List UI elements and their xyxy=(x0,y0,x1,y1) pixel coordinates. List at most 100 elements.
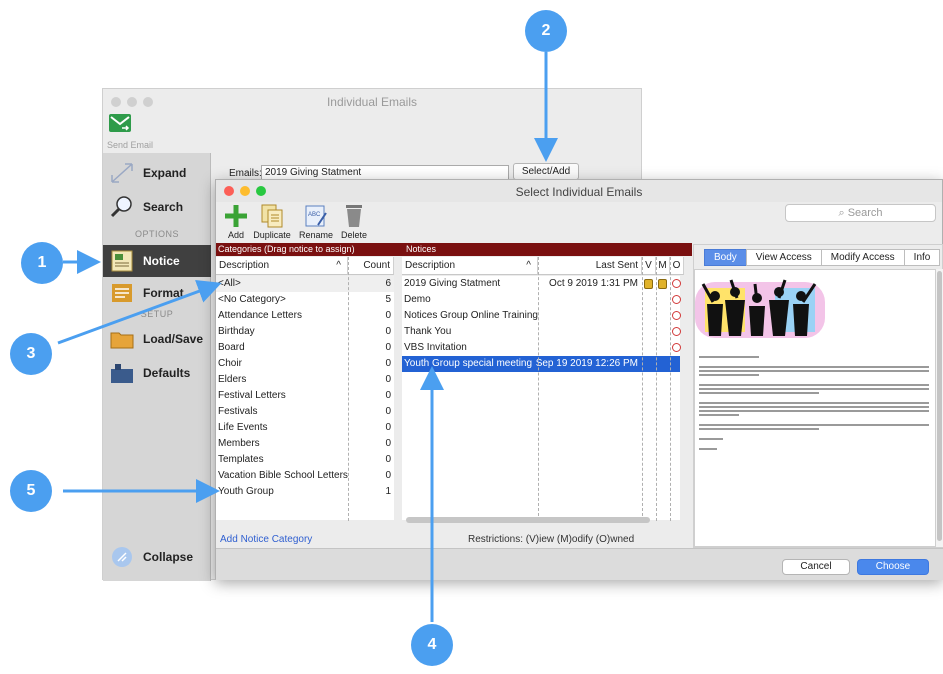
category-row[interactable]: Members 0 xyxy=(216,436,394,452)
category-name: Elders xyxy=(218,374,247,385)
dialog-titlebar: Select Individual Emails xyxy=(216,180,942,202)
category-name: Vacation Bible School Letters xyxy=(218,470,348,481)
search-input[interactable]: ⌕ Search xyxy=(785,204,936,222)
category-count: 0 xyxy=(385,422,391,433)
notice-col-last-sent[interactable]: Last Sent xyxy=(538,257,642,275)
sort-up-icon: ^ xyxy=(526,260,531,271)
notice-col-m[interactable]: M xyxy=(656,257,670,275)
dialog-toolbar: Add Duplicate ABC Rename Delete xyxy=(216,202,376,242)
category-row[interactable]: Templates 0 xyxy=(216,452,394,468)
categories-list: <All> 6 <No Category> 5 Attendance Letters 0 B… xyxy=(216,276,394,520)
sidebar-item-search[interactable]: Search xyxy=(103,191,211,223)
search-icon: ⌕ xyxy=(838,207,845,219)
category-count: 0 xyxy=(385,358,391,369)
notices-header: Notices xyxy=(406,244,437,254)
select-individual-emails-dialog: Select Individual Emails Add Duplicate A… xyxy=(215,179,943,580)
tab-view-access[interactable]: View Access xyxy=(745,249,822,266)
column-divider xyxy=(670,257,671,521)
plus-icon xyxy=(225,205,247,227)
category-row[interactable]: Life Events 0 xyxy=(216,420,394,436)
category-count: 5 xyxy=(385,294,391,305)
notice-row[interactable]: Youth Group special meeting Sep 19 2019 1… xyxy=(402,356,680,372)
search-placeholder: Search xyxy=(847,207,883,219)
setup-section-header: SETUP xyxy=(140,309,174,319)
send-email-label: Send Email xyxy=(107,140,154,150)
cat-col-description[interactable]: Description ^ xyxy=(216,257,348,275)
trash-icon xyxy=(346,205,362,227)
category-count: 0 xyxy=(385,454,391,465)
category-row[interactable]: Board 0 xyxy=(216,340,394,356)
rename-button[interactable]: ABC Rename xyxy=(296,202,336,240)
choose-button[interactable]: Choose xyxy=(857,559,929,575)
detail-tabs: Body View Access Modify Access Info xyxy=(704,249,941,266)
letter-text-preview xyxy=(699,356,929,450)
send-email-button[interactable]: Send Email xyxy=(107,111,157,150)
category-row[interactable]: Youth Group 1 xyxy=(216,484,394,500)
tab-body[interactable]: Body xyxy=(704,249,747,266)
column-divider xyxy=(538,257,539,521)
preview-vertical-scrollbar[interactable] xyxy=(936,269,943,547)
not-allowed-icon xyxy=(672,311,681,320)
category-row[interactable]: Vacation Bible School Letters 0 xyxy=(216,468,394,484)
category-row[interactable]: Elders 0 xyxy=(216,372,394,388)
sidebar-item-defaults[interactable]: Defaults xyxy=(103,357,211,389)
category-name: <All> xyxy=(218,278,241,289)
notice-row[interactable]: 2019 Giving Statment Oct 9 2019 1:31 PM xyxy=(402,276,681,292)
lock-icon xyxy=(658,279,667,289)
column-divider xyxy=(642,257,643,521)
sidebar-item-expand[interactable]: Expand xyxy=(103,157,211,189)
notices-horizontal-scrollbar[interactable] xyxy=(406,517,650,523)
add-notice-category-link[interactable]: Add Notice Category xyxy=(220,534,312,545)
scrollbar-thumb[interactable] xyxy=(937,271,942,541)
rename-icon: ABC xyxy=(305,205,327,227)
callout-badge-2: 2 xyxy=(525,10,567,52)
duplicate-button[interactable]: Duplicate xyxy=(248,202,296,240)
window-titlebar: Individual Emails xyxy=(103,89,641,113)
not-allowed-icon xyxy=(672,279,681,288)
category-row[interactable]: Choir 0 xyxy=(216,356,394,372)
magnifier-icon xyxy=(110,196,132,218)
notice-row[interactable]: VBS Invitation xyxy=(402,340,681,356)
category-row[interactable]: Festivals 0 xyxy=(216,404,394,420)
sidebar-item-notice[interactable]: Notice xyxy=(103,245,211,277)
category-count: 0 xyxy=(385,342,391,353)
notice-col-v[interactable]: V xyxy=(642,257,656,275)
send-email-icon xyxy=(109,114,131,132)
notice-col-description[interactable]: Description ^ xyxy=(402,257,538,275)
category-name: Attendance Letters xyxy=(218,310,302,321)
category-count: 1 xyxy=(385,486,391,497)
delete-button[interactable]: Delete xyxy=(334,202,374,240)
column-divider xyxy=(656,257,657,521)
notice-row[interactable]: Demo xyxy=(402,292,681,308)
category-count: 6 xyxy=(385,278,391,289)
notice-row[interactable]: Thank You xyxy=(402,324,681,340)
notices-list: 2019 Giving Statment Oct 9 2019 1:31 PM De… xyxy=(402,276,681,520)
sidebar-item-label: Expand xyxy=(143,166,187,180)
not-allowed-icon xyxy=(672,295,681,304)
sidebar-item-label: Collapse xyxy=(143,550,194,564)
body-preview[interactable] xyxy=(694,269,936,547)
tab-modify-access[interactable]: Modify Access xyxy=(820,249,905,266)
category-row[interactable]: Birthday 0 xyxy=(216,324,394,340)
category-name: Board xyxy=(218,342,245,353)
category-row[interactable]: <All> 6 xyxy=(216,276,394,292)
select-add-button[interactable]: Select/Add xyxy=(513,163,579,180)
notice-row[interactable]: Notices Group Online Training xyxy=(402,308,681,324)
sidebar-item-load-save[interactable]: Load/Save xyxy=(103,323,211,355)
category-name: Templates xyxy=(218,454,264,465)
cancel-button[interactable]: Cancel xyxy=(782,559,850,575)
sidebar-item-format[interactable]: Format xyxy=(103,277,211,309)
notice-col-o[interactable]: O xyxy=(670,257,684,275)
category-row[interactable]: Festival Letters 0 xyxy=(216,388,394,404)
category-count: 0 xyxy=(385,438,391,449)
category-name: Festivals xyxy=(218,406,258,417)
delete-label: Delete xyxy=(340,230,367,240)
not-allowed-icon xyxy=(672,327,681,336)
tab-info[interactable]: Info xyxy=(903,249,941,266)
cat-col-count[interactable]: Count xyxy=(348,257,394,275)
category-row[interactable]: <No Category> 5 xyxy=(216,292,394,308)
category-row[interactable]: Attendance Letters 0 xyxy=(216,308,394,324)
sidebar-item-collapse[interactable]: Collapse xyxy=(103,541,211,573)
category-count: 0 xyxy=(385,390,391,401)
category-count: 0 xyxy=(385,326,391,337)
